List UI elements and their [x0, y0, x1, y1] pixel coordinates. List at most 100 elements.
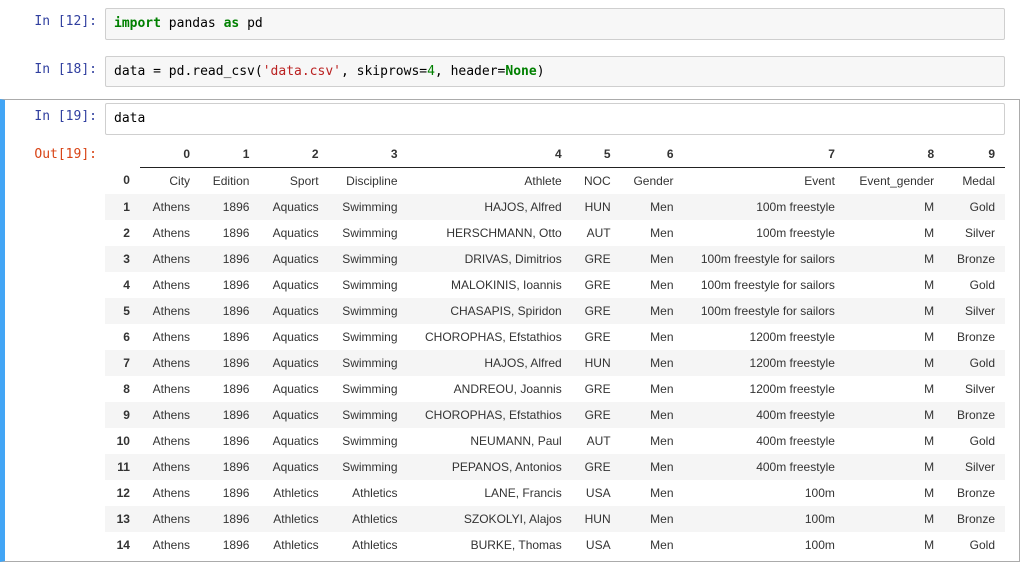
dataframe-cell: CHASAPIS, Spiridon: [408, 298, 572, 324]
dataframe-cell: AUT: [572, 220, 621, 246]
table-row: 0CityEditionSportDisciplineAthleteNOCGen…: [105, 167, 1005, 194]
dataframe-cell: Aquatics: [259, 194, 328, 220]
dataframe-cell: 1896: [200, 272, 259, 298]
table-row: 7Athens1896AquaticsSwimmingHAJOS, Alfred…: [105, 350, 1005, 376]
table-row: 10Athens1896AquaticsSwimmingNEUMANN, Pau…: [105, 428, 1005, 454]
dataframe-cell: Swimming: [329, 350, 408, 376]
dataframe-row-index: 9: [105, 402, 140, 428]
dataframe-output[interactable]: 0123456789 0CityEditionSportDisciplineAt…: [105, 141, 1005, 558]
dataframe-cell: 1896: [200, 246, 259, 272]
dataframe-cell: HUN: [572, 194, 621, 220]
dataframe-cell: 400m freestyle: [684, 454, 845, 480]
dataframe-cell: 1896: [200, 480, 259, 506]
dataframe-cell: M: [845, 220, 944, 246]
code-input[interactable]: data: [105, 103, 1005, 135]
dataframe-cell: 1896: [200, 194, 259, 220]
dataframe-column-header: 9: [944, 141, 1005, 168]
dataframe-cell: Bronze: [944, 506, 1005, 532]
dataframe-cell: Gender: [621, 167, 684, 194]
dataframe-cell: NOC: [572, 167, 621, 194]
dataframe-cell: M: [845, 454, 944, 480]
dataframe-cell: 400m freestyle: [684, 428, 845, 454]
dataframe-cell: Swimming: [329, 220, 408, 246]
dataframe-cell: Men: [621, 480, 684, 506]
table-row: 8Athens1896AquaticsSwimmingANDREOU, Joan…: [105, 376, 1005, 402]
dataframe-row-index: 5: [105, 298, 140, 324]
dataframe-cell: DRIVAS, Dimitrios: [408, 246, 572, 272]
dataframe-cell: Silver: [944, 454, 1005, 480]
dataframe-column-header: 4: [408, 141, 572, 168]
dataframe-cell: Men: [621, 506, 684, 532]
dataframe-cell: CHOROPHAS, Efstathios: [408, 324, 572, 350]
dataframe-cell: Men: [621, 220, 684, 246]
dataframe-cell: Edition: [200, 167, 259, 194]
dataframe-cell: 1896: [200, 428, 259, 454]
dataframe-row-index: 3: [105, 246, 140, 272]
dataframe-cell: 100m: [684, 506, 845, 532]
dataframe-cell: Gold: [944, 194, 1005, 220]
code-cell[interactable]: In [12]: import pandas as pd: [0, 0, 1024, 48]
dataframe-cell: LANE, Francis: [408, 480, 572, 506]
code-input[interactable]: data = pd.read_csv('data.csv', skiprows=…: [105, 56, 1005, 88]
table-row: 14Athens1896AthleticsAthleticsBURKE, Tho…: [105, 532, 1005, 558]
dataframe-cell: Aquatics: [259, 272, 328, 298]
dataframe-cell: M: [845, 246, 944, 272]
dataframe-cell: 100m freestyle for sailors: [684, 272, 845, 298]
dataframe-cell: Aquatics: [259, 454, 328, 480]
dataframe-cell: Aquatics: [259, 298, 328, 324]
dataframe-row-index: 4: [105, 272, 140, 298]
code-cell[interactable]: In [19]: data Out[19]: 0123456789 0CityE…: [0, 95, 1024, 566]
dataframe-cell: AUT: [572, 428, 621, 454]
code-cell[interactable]: In [18]: data = pd.read_csv('data.csv', …: [0, 48, 1024, 96]
table-row: 9Athens1896AquaticsSwimmingCHOROPHAS, Ef…: [105, 402, 1005, 428]
dataframe-column-header: 1: [200, 141, 259, 168]
dataframe-cell: Athletics: [259, 480, 328, 506]
code-input[interactable]: import pandas as pd: [105, 8, 1005, 40]
dataframe-cell: Bronze: [944, 246, 1005, 272]
dataframe-cell: SZOKOLYI, Alajos: [408, 506, 572, 532]
dataframe-row-index: 11: [105, 454, 140, 480]
dataframe-cell: Aquatics: [259, 220, 328, 246]
dataframe-cell: Swimming: [329, 298, 408, 324]
dataframe-cell: 1896: [200, 376, 259, 402]
dataframe-cell: Athens: [140, 532, 200, 558]
table-row: 1Athens1896AquaticsSwimmingHAJOS, Alfred…: [105, 194, 1005, 220]
dataframe-cell: USA: [572, 480, 621, 506]
dataframe-cell: Swimming: [329, 454, 408, 480]
dataframe-cell: 100m freestyle: [684, 220, 845, 246]
dataframe-row-index: 2: [105, 220, 140, 246]
dataframe-cell: Athens: [140, 220, 200, 246]
dataframe-cell: Men: [621, 532, 684, 558]
dataframe-cell: Athletics: [329, 480, 408, 506]
dataframe-cell: Gold: [944, 428, 1005, 454]
dataframe-row-index: 6: [105, 324, 140, 350]
dataframe-column-header: 5: [572, 141, 621, 168]
dataframe-cell: Athletics: [259, 506, 328, 532]
dataframe-cell: Men: [621, 454, 684, 480]
dataframe-cell: CHOROPHAS, Efstathios: [408, 402, 572, 428]
dataframe-cell: 1896: [200, 324, 259, 350]
dataframe-cell: Bronze: [944, 324, 1005, 350]
dataframe-cell: Athletics: [329, 532, 408, 558]
dataframe-cell: Men: [621, 272, 684, 298]
dataframe-cell: Gold: [944, 532, 1005, 558]
dataframe-cell: Athlete: [408, 167, 572, 194]
dataframe-column-header: 3: [329, 141, 408, 168]
dataframe-cell: GRE: [572, 324, 621, 350]
dataframe-cell: 100m: [684, 480, 845, 506]
dataframe-cell: Athens: [140, 272, 200, 298]
dataframe-cell: Athens: [140, 506, 200, 532]
dataframe-cell: PEPANOS, Antonios: [408, 454, 572, 480]
dataframe-cell: HAJOS, Alfred: [408, 194, 572, 220]
dataframe-cell: Swimming: [329, 402, 408, 428]
dataframe-cell: Swimming: [329, 324, 408, 350]
dataframe-cell: M: [845, 272, 944, 298]
dataframe-cell: Men: [621, 350, 684, 376]
dataframe-cell: M: [845, 376, 944, 402]
dataframe-cell: Swimming: [329, 272, 408, 298]
dataframe-cell: Aquatics: [259, 402, 328, 428]
dataframe-cell: Athens: [140, 350, 200, 376]
dataframe-corner: [105, 141, 140, 168]
dataframe-cell: M: [845, 194, 944, 220]
dataframe-cell: Athens: [140, 246, 200, 272]
